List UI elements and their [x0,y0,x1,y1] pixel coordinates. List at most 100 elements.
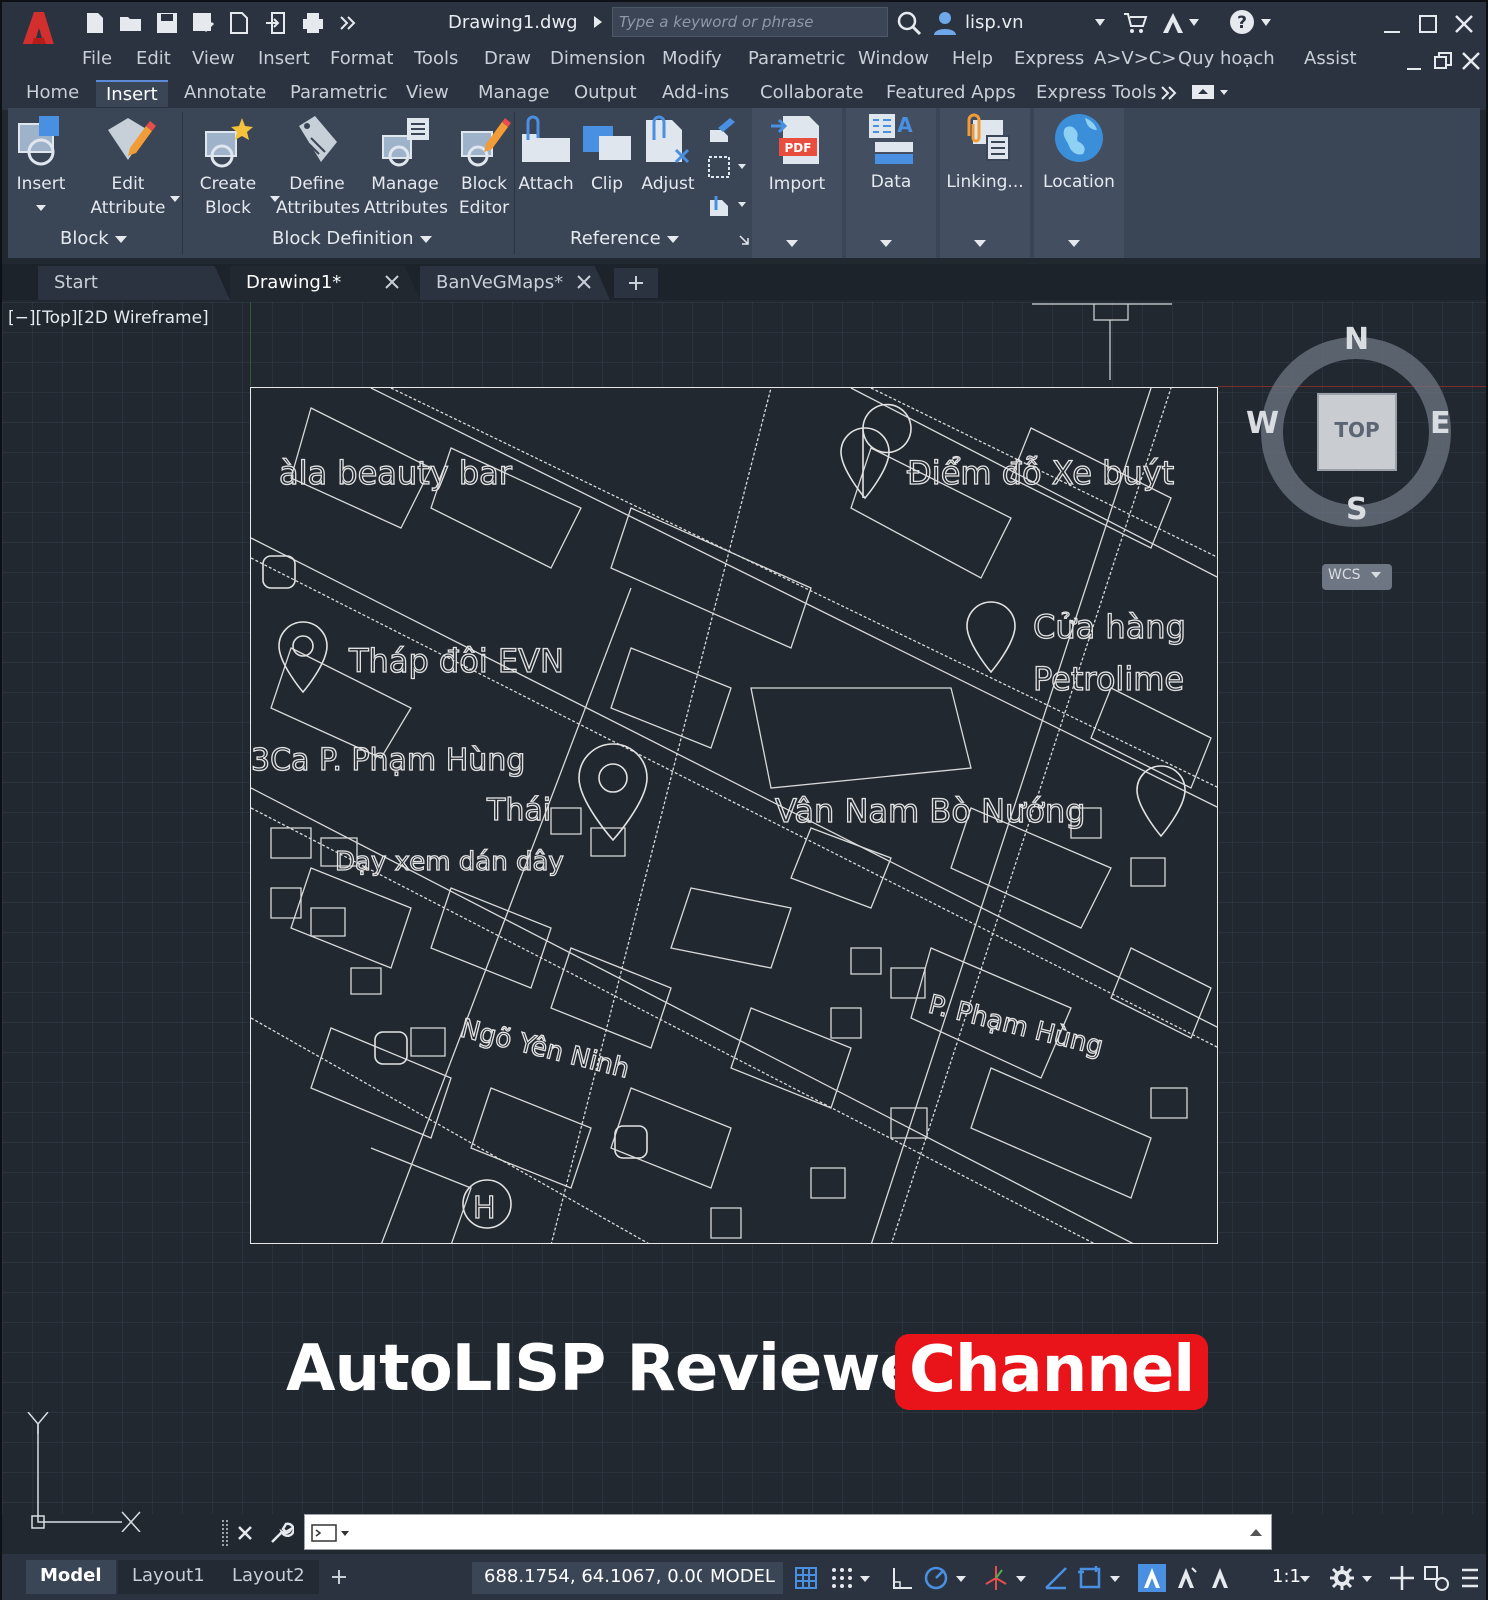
user-icon[interactable] [932,10,958,36]
user-dropdown-icon[interactable] [1094,18,1106,28]
insert-block-button[interactable]: Insert [8,114,74,220]
menu-window[interactable]: Window [858,48,929,69]
clip-button[interactable]: Clip [578,114,636,196]
command-input-box[interactable] [304,1514,1272,1550]
menu-format[interactable]: Format [330,48,393,69]
viewport-controls-label[interactable]: [−][Top][2D Wireframe] [8,308,209,328]
isodraft-dropdown-icon[interactable] [1014,1564,1028,1592]
viewcube-top-face[interactable]: TOP [1332,418,1382,442]
compass-east[interactable]: E [1430,406,1451,441]
menu-tools[interactable]: Tools [414,48,458,69]
manage-attributes-button[interactable]: Manage Attributes [364,114,448,220]
insert-dropdown-icon[interactable] [36,205,46,211]
raster-map-trace[interactable]: àla beauty bar Điểm đỗ Xe buýt Tháp đôi … [250,387,1218,1244]
block-panel-title[interactable]: Block [60,228,127,249]
menu-dimension[interactable]: Dimension [550,48,646,69]
polar-dropdown-icon[interactable] [954,1564,968,1592]
tab-add-ins[interactable]: Add-ins [652,80,739,105]
tab-layout2[interactable]: Layout2 [218,1560,319,1594]
minimize-icon[interactable] [1380,12,1404,36]
doc-minimize-icon[interactable] [1404,52,1424,72]
block-panel-expand-icon[interactable] [114,235,127,243]
file-tab-start[interactable]: Start [38,266,230,300]
maximize-icon[interactable] [1416,12,1440,36]
publish-icon[interactable] [226,10,252,36]
user-name[interactable]: lisp.vn [965,12,1024,33]
compass-north[interactable]: N [1344,322,1369,357]
tab-parametric[interactable]: Parametric [280,80,397,105]
reference-expand-icon[interactable] [666,235,679,243]
command-prompt-icon[interactable] [311,1523,351,1543]
doc-close-icon[interactable] [1460,50,1482,72]
tab-home[interactable]: Home [16,80,89,105]
location-button[interactable]: Location [1034,110,1124,194]
block-definition-expand-icon[interactable] [419,235,432,243]
workspace-dropdown-icon[interactable] [1360,1564,1374,1592]
menu-help[interactable]: Help [952,48,993,69]
reference-settings-icon[interactable] [738,234,750,246]
tab-layout1[interactable]: Layout1 [118,1560,219,1594]
menu-view[interactable]: View [192,48,235,69]
underlay-layers-icon[interactable] [706,154,750,182]
grid-icon[interactable] [792,1564,820,1592]
tab-collaborate[interactable]: Collaborate [750,80,874,105]
print-icon[interactable] [300,10,326,36]
reference-panel-title[interactable]: Reference [570,228,679,249]
edit-attribute-button[interactable]: Edit Attribute [84,114,180,220]
more-qat-icon[interactable] [336,10,362,36]
close-tab-banvegmaps-icon[interactable] [576,274,592,290]
doc-restore-icon[interactable] [1432,50,1454,72]
import-button[interactable]: PDF Import [752,112,842,196]
linking-expand-icon[interactable] [974,240,986,247]
menu-assist[interactable]: Assist [1304,48,1357,69]
annotation-scale-icon[interactable] [1206,1564,1234,1592]
isolate-objects-icon[interactable] [1422,1564,1450,1592]
command-line-grip-icon[interactable] [220,1518,230,1548]
snap-icon[interactable] [828,1564,856,1592]
close-icon[interactable] [1452,12,1476,36]
frames-icon[interactable] [706,192,750,220]
polar-tracking-icon[interactable] [922,1564,950,1592]
open-folder-icon[interactable] [118,10,144,36]
menu-edit[interactable]: Edit [136,48,171,69]
customize-status-icon[interactable] [1458,1564,1482,1592]
object-snap-tracking-icon[interactable] [1042,1564,1070,1592]
annotation-monitor-icon[interactable] [1388,1564,1416,1592]
save-as-icon[interactable] [190,10,216,36]
search-box[interactable] [612,7,888,37]
annotation-scale[interactable]: 1:1 [1272,1566,1301,1587]
save-icon[interactable] [154,10,180,36]
import-expand-icon[interactable] [786,240,798,247]
tab-express-tools[interactable]: Express Tools [1026,80,1166,105]
block-definition-panel-title[interactable]: Block Definition [272,228,432,249]
command-customize-wrench-icon[interactable] [268,1520,294,1546]
adjust-button[interactable]: Adjust [636,114,700,196]
compass-west[interactable]: W [1246,406,1279,441]
edit-attribute-dropdown-icon[interactable] [170,196,180,202]
annotation-visibility-icon[interactable] [1138,1564,1166,1592]
object-snap-icon[interactable] [1076,1564,1104,1592]
scale-dropdown-icon[interactable] [1298,1564,1312,1592]
menu-modify[interactable]: Modify [662,48,722,69]
cart-icon[interactable] [1122,10,1148,36]
search-input[interactable] [613,8,887,36]
command-history-icon[interactable] [1249,1527,1263,1537]
new-file-icon[interactable] [82,10,108,36]
help-icon[interactable]: ? [1228,8,1256,36]
a360-dropdown-icon[interactable] [1188,18,1200,28]
tab-manage[interactable]: Manage [468,80,560,105]
isodraft-icon[interactable] [982,1564,1010,1592]
help-dropdown-icon[interactable] [1260,18,1272,28]
tab-output[interactable]: Output [564,80,647,105]
tab-annotate[interactable]: Annotate [174,80,276,105]
ribbon-minimize-icon[interactable] [1190,82,1230,102]
define-attributes-button[interactable]: Define Attributes [276,114,360,220]
export-icon[interactable] [264,10,290,36]
close-tab-drawing1-icon[interactable] [384,274,400,290]
model-space-toggle[interactable]: MODEL [702,1562,783,1594]
menu-file[interactable]: File [82,48,112,69]
snap-dropdown-icon[interactable] [858,1564,872,1592]
add-layout-icon[interactable] [330,1568,348,1586]
autodesk-a360-icon[interactable] [1160,10,1186,36]
tab-featured-apps[interactable]: Featured Apps [876,80,1026,105]
